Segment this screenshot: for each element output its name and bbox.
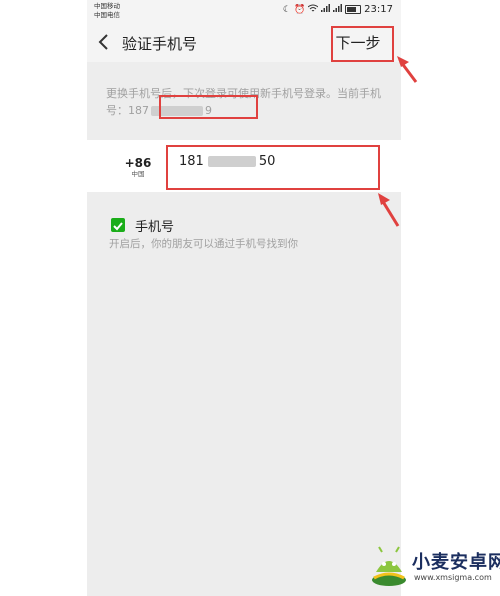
check-icon bbox=[113, 222, 123, 231]
current-number-prefix: 187 bbox=[128, 104, 149, 117]
country-region: 中国 bbox=[131, 170, 145, 178]
checkbox-description: 开启后，你的朋友可以通过手机号找到你 bbox=[109, 238, 298, 250]
status-time: 23:17 bbox=[364, 4, 393, 15]
page-title: 验证手机号 bbox=[122, 35, 198, 53]
moon-icon: ☾ bbox=[282, 4, 291, 15]
watermark: 小麦安卓网 www.xmsigma.com bbox=[368, 542, 500, 592]
country-code: +86 bbox=[124, 156, 152, 170]
status-icons: ☾ ⏰ 23:17 bbox=[283, 4, 393, 15]
signal-icon-2 bbox=[333, 4, 343, 15]
carrier-1: 中国移动 bbox=[94, 2, 120, 10]
phone-screen: 中国移动 中国电信 ☾ ⏰ 23:17 验证手机号 下一步 更换手机号后，下次登… bbox=[87, 0, 401, 596]
checkbox-label: 手机号 bbox=[135, 220, 175, 235]
signal-icon bbox=[321, 4, 331, 15]
status-bar: 中国移动 中国电信 ☾ ⏰ 23:17 bbox=[87, 0, 401, 22]
carrier-info: 中国移动 中国电信 bbox=[94, 2, 120, 20]
country-code-selector[interactable]: +86 中国 bbox=[120, 156, 156, 179]
battery-icon bbox=[345, 5, 362, 14]
annotation-box-phone-input bbox=[166, 145, 380, 190]
alarm-icon: ⏰ bbox=[293, 4, 306, 15]
android-logo-icon bbox=[372, 546, 406, 586]
watermark-name: 小麦安卓网 bbox=[412, 552, 500, 573]
discoverable-checkbox[interactable] bbox=[111, 218, 125, 232]
annotation-arrow-input bbox=[378, 193, 400, 227]
wifi-icon bbox=[307, 4, 319, 15]
annotation-box-next bbox=[331, 26, 394, 62]
annotation-box-current-number bbox=[159, 95, 258, 119]
carrier-2: 中国电信 bbox=[94, 11, 120, 19]
watermark-url: www.xmsigma.com bbox=[414, 573, 492, 582]
chevron-left-icon[interactable] bbox=[97, 33, 111, 51]
annotation-arrow-next bbox=[397, 56, 418, 83]
